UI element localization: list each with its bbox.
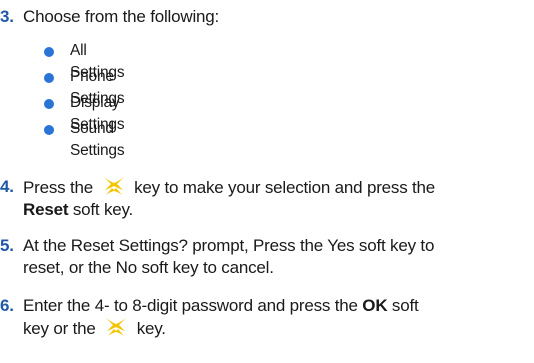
step-number: 6. (0, 296, 14, 315)
step-text-line: reset, or the No soft key to cancel. (23, 258, 274, 277)
step-text-part: key or the (23, 319, 101, 338)
bullet-dot-icon (44, 125, 54, 135)
step-text: At the Reset Settings? prompt, Press the… (23, 235, 528, 279)
step-number: 5. (0, 236, 14, 255)
step-number: 3. (0, 7, 14, 26)
step-text-part: soft key. (68, 200, 134, 219)
settings-options-list: All Settings Phone Settings Display Sett… (44, 40, 125, 159)
step-number: 4. (0, 177, 14, 196)
reset-softkey-label: Reset (23, 200, 69, 219)
step-text-part: soft (387, 296, 419, 315)
list-item: All Settings (44, 40, 125, 81)
list-item: Sound Settings (44, 118, 125, 159)
step-text: Press the key to make your selection and… (23, 176, 528, 221)
bullet-dot-icon (44, 99, 54, 109)
bullet-dot-icon (44, 73, 54, 83)
step-text: Choose from the following: (23, 7, 220, 26)
manual-page: 3. Choose from the following: All Settin… (0, 0, 534, 363)
bullet-dot-icon (44, 47, 54, 57)
navigation-key-icon (106, 318, 127, 336)
step-text-part: Press the (23, 178, 98, 197)
navigation-key-icon (103, 177, 124, 195)
step-text: Enter the 4- to 8-digit password and pre… (23, 295, 528, 340)
step-text-part: key. (132, 319, 166, 338)
option-label: Sound Settings (70, 120, 125, 159)
step-text-part: Enter the 4- to 8-digit password and pre… (23, 296, 363, 315)
step-text-line: At the Reset Settings? prompt, Press the… (23, 236, 435, 255)
list-item: Display Settings (44, 92, 125, 133)
list-item: Phone Settings (44, 66, 125, 107)
step-text-part: key to make your selection and press the (129, 178, 436, 197)
ok-softkey-label: OK (362, 296, 388, 315)
